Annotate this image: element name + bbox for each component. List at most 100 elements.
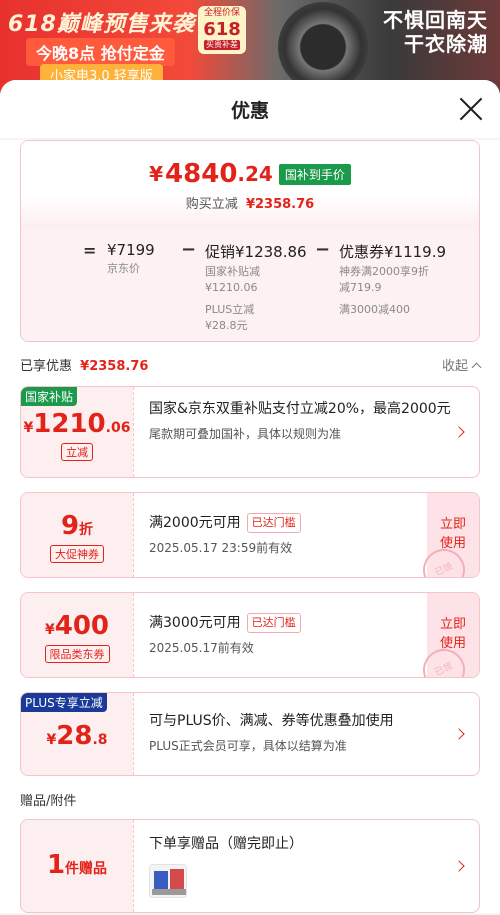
coupon-decimal: .06 [105, 420, 131, 436]
super-coupon-label: 神券满2000享9折 [339, 265, 429, 278]
coupon-details: 满2000元可用 已达门槛 2025.05.17 23:59前有效 [149, 513, 459, 556]
buy-discount-label: 购买立减 [185, 197, 238, 212]
coupon-title: 满2000元可用 [149, 515, 241, 531]
gift-count: 1件赠品 [21, 820, 133, 880]
coupon-subtitle: PLUS正式会员可享，具体以结算为准 [149, 738, 347, 753]
plus-badge: PLUS专享立减 [21, 693, 107, 712]
coupon-value: ¥400 [21, 593, 133, 641]
enjoyed-discount-row: 已享优惠 ¥2358.76 收起 [20, 342, 482, 386]
coupon-type-tag: 立减 [61, 443, 93, 461]
chevron-up-icon [471, 362, 482, 372]
slogan-line-1: 不惧回南天 [383, 8, 488, 32]
subsidy-price-tag: 国补到手价 [278, 163, 351, 185]
coupon-title: 国家&京东双重补贴支付立减20%，最高2000元 [149, 401, 451, 417]
coupon-column: 优惠券¥1119.9 神券满2000享9折 减719.9 满3000减400 [339, 241, 446, 318]
gifts-section-label: 赠品/附件 [20, 794, 77, 809]
coupon-title: 满3000元可用 [149, 615, 241, 631]
sheet-title: 优惠 [230, 100, 269, 122]
threshold-met-tag: 已达门槛 [246, 513, 301, 533]
minus-sign: − [181, 239, 197, 260]
dryer-product-image [278, 2, 368, 92]
enjoyed-discount: 已享优惠 ¥2358.76 [20, 355, 148, 374]
discount-sheet: 优惠 ¥ 4840 .24 国补到手价 购买立减 ¥2358.76 = ¥719… [0, 80, 500, 915]
price-protect-badge: 全程价保 618 买贵补差 [198, 6, 246, 54]
national-subsidy-label: 国家补贴减 [205, 265, 260, 278]
coupon-details: 可与PLUS价、满减、券等优惠叠加使用 PLUS正式会员可享，具体以结算为准 [149, 711, 459, 754]
coupon-type-tag: 限品类东券 [44, 645, 110, 663]
coupon-details: 满3000元可用 已达门槛 2025.05.17前有效 [149, 613, 459, 656]
gift-divider [133, 820, 134, 912]
plus-discount-value: ¥28.8元 [205, 318, 248, 332]
price-protect-big: 618 [203, 18, 241, 40]
jd-price-column: ¥7199 京东价 [107, 241, 155, 277]
gift-card[interactable]: 1件赠品 下单享赠品（赠完即止） [20, 819, 480, 913]
coupon-value: 9折 [21, 493, 133, 541]
coupon-divider [133, 387, 134, 477]
minus-sign: − [315, 239, 331, 260]
coupon-divider [133, 493, 134, 577]
buy-discount-line: 购买立减 ¥2358.76 [21, 193, 479, 212]
coupon-divider [133, 593, 134, 677]
coupon-number: 1210 [33, 409, 106, 439]
national-subsidy-card[interactable]: ¥1210.06 立减 国家补贴 国家&京东双重补贴支付立减20%，最高2000… [20, 386, 480, 478]
coupon-unit: 折 [79, 522, 94, 538]
sheet-body: ¥ 4840 .24 国补到手价 购买立减 ¥2358.76 = ¥7199 京… [0, 140, 500, 913]
gift-count-area: 1件赠品 [21, 820, 133, 912]
equals-sign: = [83, 241, 97, 260]
coupon-currency: ¥ [44, 622, 55, 638]
price-protect-small: 全程价保 [203, 8, 240, 18]
category-coupon-card: ¥400 限品类东券 满3000元可用 已达门槛 2025.05.17前有效 立即… [20, 592, 480, 678]
price-currency: ¥ [149, 162, 164, 186]
coupon-subtitle: 尾款期可叠加国补，具体以规则为准 [149, 426, 342, 441]
coupon-title-row: 满3000元可用 已达门槛 [149, 613, 459, 635]
coupon-number: 28 [56, 721, 93, 751]
price-decimal: .24 [237, 162, 273, 186]
gift-details: 下单享赠品（赠完即止） [149, 834, 459, 856]
plus-discount-card[interactable]: ¥28.8 PLUS专享立减 可与PLUS价、满减、券等优惠叠加使用 PLUS正… [20, 692, 480, 776]
coupon-details: 国家&京东双重补贴支付立减20%，最高2000元 尾款期可叠加国补，具体以规则为… [149, 399, 459, 442]
coupon-number: 9 [60, 511, 80, 541]
slogan-line-2: 干衣除潮 [404, 32, 488, 56]
collapse-button[interactable]: 收起 [442, 355, 482, 374]
coupon-title-row: 满2000元可用 已达门槛 [149, 513, 459, 535]
promotion-column: 促销¥1238.86 国家补贴减 ¥1210.06 PLUS立减 ¥28.8元 [205, 241, 307, 334]
discount-coupon-card: 9折 大促神券 满2000元可用 已达门槛 2025.05.17 23:59前有效… [20, 492, 480, 578]
buy-discount-amount: ¥2358.76 [245, 197, 315, 212]
gift-count-unit: 件赠品 [65, 861, 108, 877]
banner-slogan: 不惧回南天 干衣除潮 [383, 8, 488, 56]
super-coupon-value: 减719.9 [339, 280, 382, 294]
jd-price-label: 京东价 [107, 262, 140, 275]
coupon-validity: 2025.05.17前有效 [149, 640, 254, 655]
final-price: ¥ 4840 .24 国补到手价 [149, 159, 351, 189]
coupon-type-tag: 大促神券 [50, 545, 104, 563]
jd-price: ¥7199 [107, 241, 155, 259]
final-price-area: ¥ 4840 .24 国补到手价 购买立减 ¥2358.76 [21, 141, 479, 229]
coupon-divider [133, 693, 134, 775]
chevron-right-icon [453, 860, 465, 872]
full-reduction-label: 满3000减400 [339, 302, 410, 316]
threshold-met-tag: 已达门槛 [246, 613, 301, 633]
coupon-validity: 2025.05.17 23:59前有效 [149, 540, 293, 555]
gift-thumbnail [149, 864, 187, 898]
promotion-total: 促销¥1238.86 [205, 243, 307, 261]
coupon-total: 优惠券¥1119.9 [339, 243, 447, 261]
gift-count-number: 1 [46, 850, 66, 880]
price-integer: 4840 [165, 159, 238, 189]
price-protect-tag: 买贵补差 [204, 40, 240, 50]
coupon-decimal: .8 [92, 732, 108, 748]
coupon-value-area: ¥400 限品类东券 [21, 593, 133, 677]
coupon-number: 400 [54, 611, 110, 641]
close-button[interactable] [458, 96, 484, 122]
price-summary-card: ¥ 4840 .24 国补到手价 购买立减 ¥2358.76 = ¥7199 京… [20, 140, 480, 342]
coupon-title: 可与PLUS价、满减、券等优惠叠加使用 [149, 713, 394, 729]
sheet-header: 优惠 [0, 80, 500, 138]
banner-subline: 今晚8点 抢付定金 [26, 38, 175, 66]
coupon-value-area: 9折 大促神券 [21, 493, 133, 577]
coupon-currency: ¥ [23, 420, 34, 436]
national-subsidy-value: ¥1210.06 [205, 280, 258, 294]
enjoyed-amount: ¥2358.76 [80, 358, 149, 374]
banner-headline: 618巅峰预售来袭 [8, 12, 195, 37]
coupon-currency: ¥ [46, 732, 57, 748]
gift-title: 下单享赠品（赠完即止） [149, 836, 303, 852]
price-breakdown: = ¥7199 京东价 − 促销¥1238.86 国家补贴减 ¥1210.06 … [21, 229, 479, 341]
